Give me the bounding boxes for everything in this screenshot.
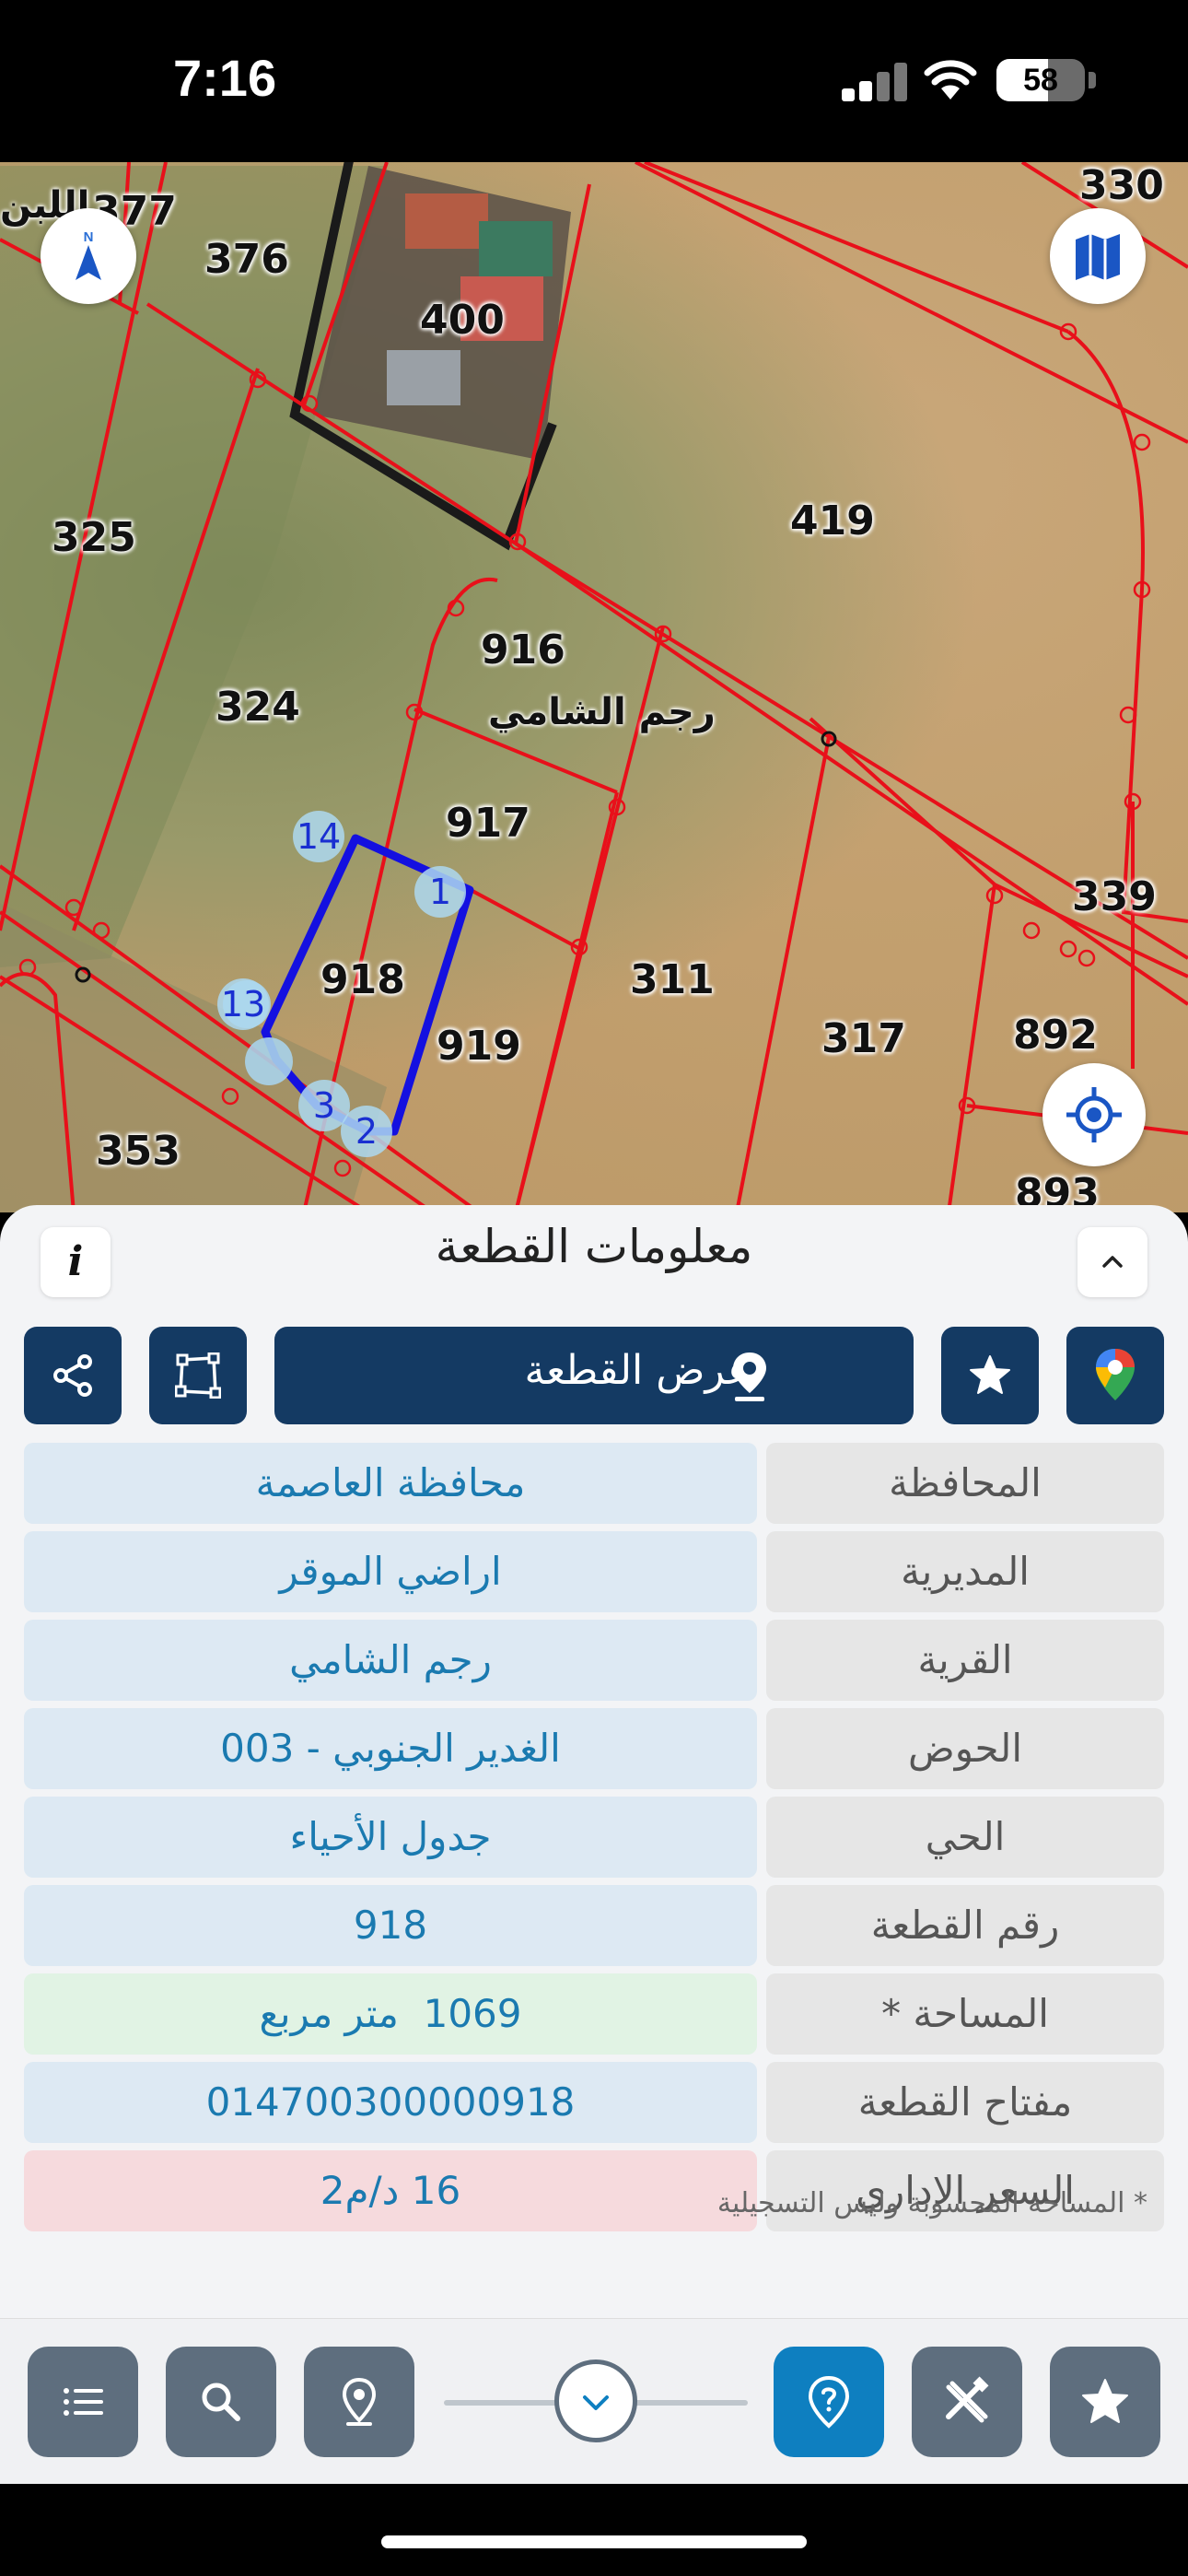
parcel-label: 330 <box>1079 162 1164 209</box>
svg-text:N: N <box>84 229 94 245</box>
info-value: جدول الأحياء <box>24 1797 757 1878</box>
parcel-label: 892 <box>1013 1012 1098 1059</box>
sheet-title: معلومات القطعة <box>435 1220 753 1273</box>
status-time: 7:16 <box>173 49 277 107</box>
cellular-signal-icon <box>842 61 907 101</box>
parcel-label: 400 <box>420 297 505 344</box>
parcel-label: 919 <box>437 1023 521 1070</box>
info-label: مفتاح القطعة <box>766 2062 1164 2143</box>
share-button[interactable] <box>24 1327 122 1424</box>
parcel-label: 918 <box>320 956 405 1003</box>
google-maps-button[interactable] <box>1066 1327 1164 1424</box>
location-pin-icon <box>342 2377 377 2426</box>
compass-north-icon: N <box>76 229 101 280</box>
parcel-label: 311 <box>630 956 715 1003</box>
battery-tip <box>1089 72 1096 88</box>
info-value: 1069 متر مربع <box>24 1973 757 2055</box>
parcel-label: 324 <box>215 684 300 731</box>
map-layers-button[interactable] <box>1050 208 1146 304</box>
help-pin-icon <box>808 2375 850 2429</box>
favorites-button[interactable] <box>1050 2347 1160 2457</box>
favorites-icon <box>1082 2379 1128 2423</box>
list-button[interactable] <box>28 2347 138 2457</box>
info-value: 16 د/م2 <box>24 2150 757 2231</box>
parcel-label: 917 <box>446 800 530 847</box>
parcel-label: 317 <box>821 1015 906 1062</box>
info-label: القرية <box>766 1620 1164 1701</box>
info-label: المساحة * <box>766 1973 1164 2055</box>
vertex-label: 13 <box>217 978 269 1030</box>
zoom-slider-knob[interactable] <box>554 2359 637 2442</box>
home-indicator[interactable] <box>381 2535 807 2548</box>
parcel-info-sheet: معلومات القطعة i عرض القطعة محافظة العاص… <box>0 1205 1188 2482</box>
polygon-icon <box>175 1352 221 1399</box>
home-indicator-area <box>0 2484 1188 2576</box>
vertex-label: 2 <box>341 1106 392 1157</box>
info-value: 014700300000918 <box>24 2062 757 2143</box>
info-label: المديرية <box>766 1531 1164 1612</box>
info-row-basin: الغدير الجنوبي - 003 الحوض <box>24 1708 1164 1789</box>
view-parcel-label: عرض القطعة <box>524 1347 751 1394</box>
info-label: الحوض <box>766 1708 1164 1789</box>
info-label: رقم القطعة <box>766 1885 1164 1966</box>
draw-polygon-button[interactable] <box>149 1327 247 1424</box>
wifi-icon <box>923 57 978 103</box>
google-maps-icon <box>1096 1349 1135 1400</box>
chevron-down-icon <box>583 2395 609 2410</box>
parcel-map-layer <box>0 162 1188 1212</box>
map-view[interactable]: 376 400 377 330 325 419 916 324 917 918 … <box>0 162 1188 1212</box>
tools-button[interactable] <box>912 2347 1022 2457</box>
info-row-neighborhood: جدول الأحياء الحي <box>24 1797 1164 1878</box>
location-pin-button[interactable] <box>304 2347 414 2457</box>
parcel-label: 353 <box>96 1128 181 1175</box>
info-label: الحي <box>766 1797 1164 1878</box>
tools-icon <box>946 2376 989 2423</box>
parcel-label: 419 <box>790 498 875 544</box>
status-bar: 7:16 58 <box>0 0 1188 162</box>
location-pin-icon <box>733 1352 766 1401</box>
search-button[interactable] <box>166 2347 276 2457</box>
parcel-label: 916 <box>481 626 565 673</box>
locate-me-icon <box>1066 1087 1122 1142</box>
info-row-governorate: محافظة العاصمة المحافظة <box>24 1443 1164 1524</box>
expand-sheet-button[interactable] <box>1077 1227 1147 1297</box>
parcel-label: 376 <box>204 236 289 283</box>
info-value: اراضي الموقر <box>24 1531 757 1612</box>
vertex-label: 14 <box>293 811 344 862</box>
compass-north-button[interactable]: N <box>41 208 136 304</box>
search-icon <box>202 2383 240 2421</box>
info-value: 918 <box>24 1885 757 1966</box>
star-icon <box>970 1355 1010 1394</box>
map-layers-icon <box>1076 234 1120 280</box>
info-button[interactable]: i <box>41 1227 111 1297</box>
area-footnote: * المساحة المحسوبة وليس التسجيلية <box>716 2187 1147 2219</box>
info-value: الغدير الجنوبي - 003 <box>24 1708 757 1789</box>
bottom-toolbar <box>0 2318 1188 2484</box>
share-icon <box>53 1354 92 1397</box>
info-row-village: رجم الشامي القرية <box>24 1620 1164 1701</box>
parcel-label: 339 <box>1072 873 1157 920</box>
info-row-directorate: اراضي الموقر المديرية <box>24 1531 1164 1612</box>
vertex-label: 1 <box>414 866 466 918</box>
village-name-label: رجم الشامي <box>488 691 716 733</box>
parcel-label: 325 <box>52 514 136 561</box>
info-row-area: 1069 متر مربع المساحة * <box>24 1973 1164 2055</box>
chevron-up-icon <box>1102 1256 1123 1268</box>
action-row: عرض القطعة <box>0 1327 1188 1424</box>
battery-icon: 58 <box>996 59 1085 101</box>
info-row-parcel-key: 014700300000918 مفتاح القطعة <box>24 2062 1164 2143</box>
info-label: المحافظة <box>766 1443 1164 1524</box>
locate-me-button[interactable] <box>1042 1063 1146 1166</box>
view-parcel-button[interactable]: عرض القطعة <box>274 1327 914 1424</box>
info-value: محافظة العاصمة <box>24 1443 757 1524</box>
battery-percent: 58 <box>1023 63 1058 98</box>
favorite-button[interactable] <box>941 1327 1039 1424</box>
help-pin-button[interactable] <box>774 2347 884 2457</box>
info-row-parcel-number: 918 رقم القطعة <box>24 1885 1164 1966</box>
list-icon <box>64 2388 103 2416</box>
info-value: رجم الشامي <box>24 1620 757 1701</box>
